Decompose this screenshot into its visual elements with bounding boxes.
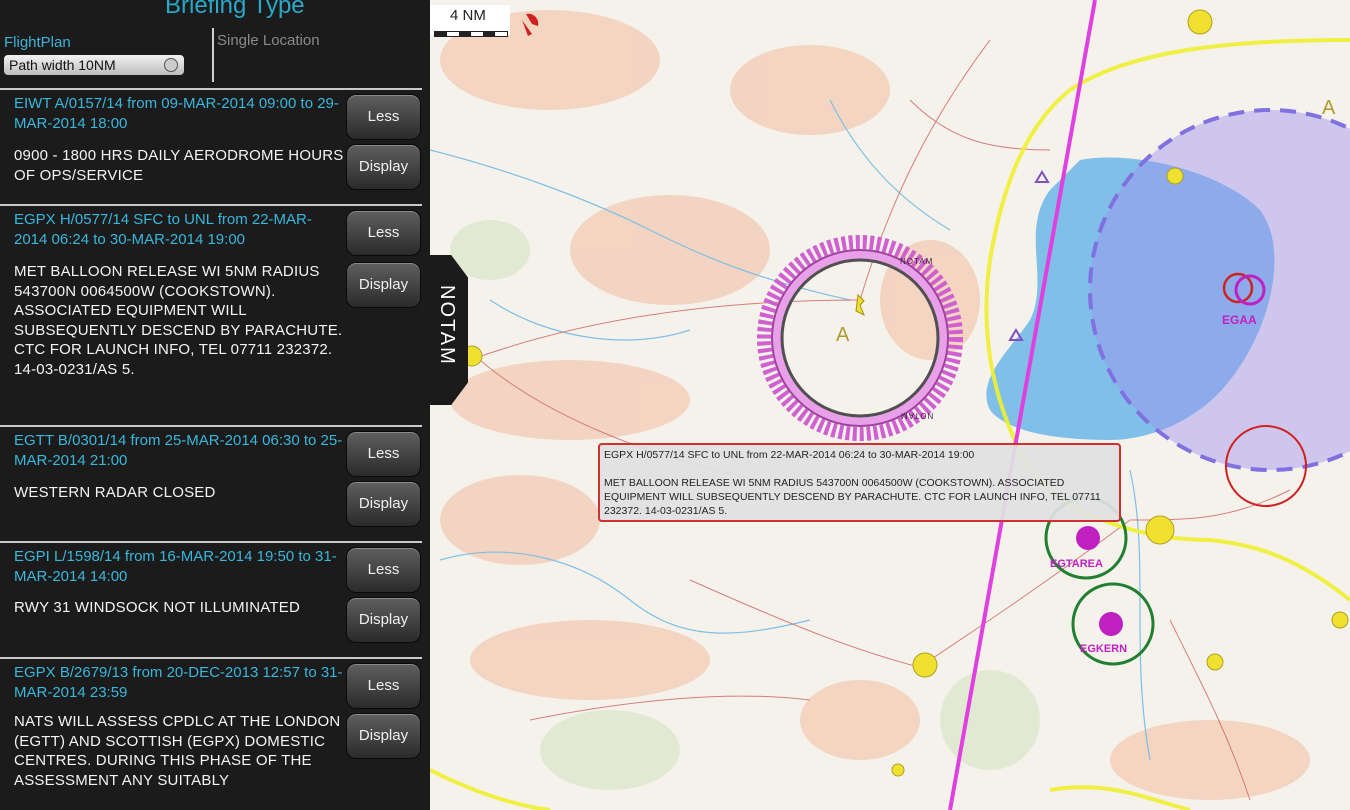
notam-header: EGPX H/0577/14 SFC to UNL from 22-MAR-20…: [14, 211, 312, 248]
notam-tab-label: NOTAM: [436, 285, 458, 366]
notam-ring-label-bottom: NOTAM: [900, 411, 934, 420]
notam-briefing-panel: Briefing Type FlightPlan Single Location…: [0, 0, 430, 810]
notam-header: EGPX B/2679/13 from 20-DEC-2013 12:57 to…: [14, 664, 343, 701]
dropdown-knob-icon[interactable]: [164, 58, 178, 72]
map-canvas: [430, 0, 1350, 810]
briefing-type-title: Briefing Type: [165, 0, 305, 19]
notam-item: EGTT B/0301/14 from 25-MAR-2014 06:30 to…: [0, 425, 422, 541]
aerodrome-label-egaa[interactable]: EGAA: [1222, 313, 1257, 327]
display-button[interactable]: Display: [346, 144, 421, 190]
display-button[interactable]: Display: [346, 481, 421, 527]
notam-header: EIWT A/0157/14 from 09-MAR-2014 09:00 to…: [14, 95, 339, 132]
less-button[interactable]: Less: [346, 431, 421, 477]
less-button[interactable]: Less: [346, 94, 421, 140]
notam-item: EGPX B/2679/13 from 20-DEC-2013 12:57 to…: [0, 657, 422, 810]
notam-text: 0900 - 1800 HRS DAILY AERODROME HOURS OF…: [14, 147, 344, 184]
less-button[interactable]: Less: [346, 210, 421, 256]
notam-text: MET BALLOON RELEASE WI 5NM RADIUS 543700…: [14, 263, 343, 378]
scale-label: 4 NM: [450, 7, 486, 24]
notam-centre-marker: [855, 293, 865, 317]
notam-header: EGTT B/0301/14 from 25-MAR-2014 06:30 to…: [14, 432, 343, 469]
airspace-class-label: A: [836, 324, 850, 346]
notam-item: EIWT A/0157/14 from 09-MAR-2014 09:00 to…: [0, 88, 422, 204]
tab-divider: [212, 28, 214, 82]
less-button[interactable]: Less: [346, 547, 421, 593]
notam-item: EGPI L/1598/14 from 16-MAR-2014 19:50 to…: [0, 541, 422, 657]
map-scale-bar: 4 NM: [430, 5, 510, 37]
notam-text: NATS WILL ASSESS CPDLC AT THE LONDON (EG…: [14, 713, 341, 789]
notam-header: EGPI L/1598/14 from 16-MAR-2014 19:50 to…: [14, 548, 337, 585]
path-width-value: Path width 10NM: [9, 57, 116, 73]
aerodrome-label-egtarea[interactable]: EGTAREA: [1050, 558, 1103, 570]
notam-side-tab[interactable]: NOTAM: [426, 255, 468, 405]
notam-item: EGPX H/0577/14 SFC to UNL from 22-MAR-20…: [0, 204, 422, 425]
notam-text: WESTERN RADAR CLOSED: [14, 484, 216, 501]
display-button[interactable]: Display: [346, 713, 421, 759]
tab-flight-plan[interactable]: FlightPlan: [4, 34, 71, 51]
popup-text: MET BALLOON RELEASE WI 5NM RADIUS 543700…: [604, 477, 1101, 517]
less-button[interactable]: Less: [346, 663, 421, 709]
display-button[interactable]: Display: [346, 262, 421, 308]
notam-ring-label: NOTAM: [900, 257, 934, 266]
aerodrome-label-egkern[interactable]: EGKERN: [1080, 643, 1127, 655]
route-waypoint-icon: [1034, 170, 1050, 183]
popup-header: EGPX H/0577/14 SFC to UNL from 22-MAR-20…: [604, 449, 975, 461]
notam-map-popup: EGPX H/0577/14 SFC to UNL from 22-MAR-20…: [598, 443, 1121, 522]
aeronautical-map[interactable]: 4 NM A A NOTAM NOTAM EGAA EGTAREA EGKERN: [430, 0, 1350, 810]
path-width-select[interactable]: Path width 10NM: [4, 55, 184, 75]
tab-single-location[interactable]: Single Location: [217, 32, 320, 49]
scale-ruler: [434, 31, 508, 37]
notam-text: RWY 31 WINDSOCK NOT ILLUMINATED: [14, 599, 300, 616]
display-button[interactable]: Display: [346, 597, 421, 643]
airspace-class-label-north: A: [1322, 97, 1336, 119]
